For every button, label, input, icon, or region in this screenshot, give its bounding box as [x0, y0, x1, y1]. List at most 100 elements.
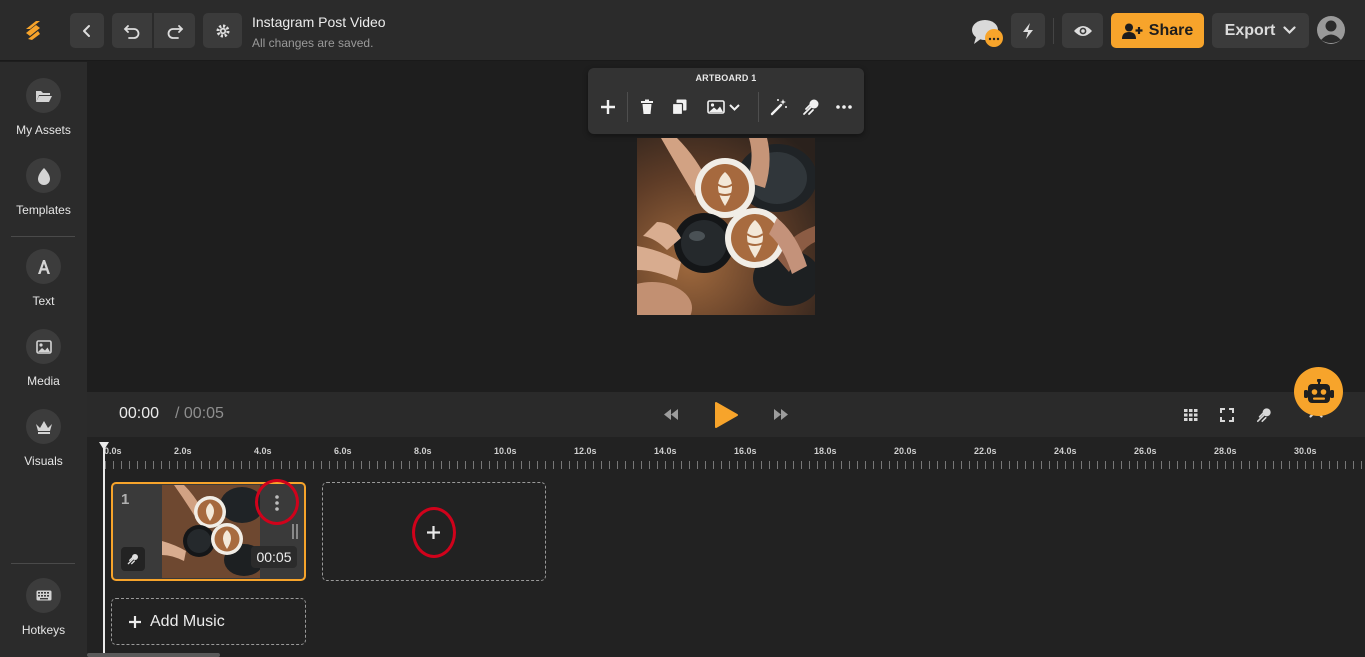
comet-icon	[803, 99, 819, 115]
app-logo-icon[interactable]	[18, 15, 48, 45]
ruler-tick-label: 14.0s	[654, 446, 677, 456]
clip-thumbnail[interactable]	[162, 485, 260, 578]
sidebar-item-label: Templates	[16, 203, 71, 217]
ruler-tick-label: 10.0s	[494, 446, 517, 456]
user-avatar-icon[interactable]	[1316, 15, 1346, 45]
sidebar-item-hotkeys[interactable]: Hotkeys	[0, 578, 87, 637]
clip-animation-button[interactable]	[121, 547, 145, 571]
sidebar-item-media[interactable]: Media	[0, 329, 87, 388]
total-time: / 00:05	[175, 405, 224, 422]
timeline-scrollbar[interactable]	[87, 653, 220, 657]
back-button[interactable]	[70, 13, 104, 48]
playhead-handle[interactable]	[99, 442, 109, 450]
animation-settings-icon[interactable]	[1256, 407, 1272, 423]
plus-icon	[129, 615, 141, 628]
divider	[627, 92, 628, 122]
ruler-tick-label: 12.0s	[574, 446, 597, 456]
keyboard-icon	[26, 578, 61, 613]
duplicate-artboard-button[interactable]	[670, 96, 688, 118]
save-status: All changes are saved.	[252, 36, 374, 50]
more-options-button[interactable]	[833, 96, 855, 118]
chevron-down-icon	[728, 103, 740, 111]
ruler-tick-label: 24.0s	[1054, 446, 1077, 456]
sidebar-item-label: Hotkeys	[21, 623, 66, 637]
quick-actions-button[interactable]	[1011, 13, 1045, 48]
share-label: Share	[1148, 21, 1194, 39]
sidebar-divider	[11, 563, 75, 564]
sidebar-item-my-assets[interactable]: My Assets	[0, 78, 87, 137]
share-button[interactable]: Share	[1111, 13, 1204, 48]
sidebar-divider	[11, 236, 75, 237]
ruler-tick-label: 28.0s	[1214, 446, 1237, 456]
timeline-playhead[interactable]	[103, 442, 105, 657]
grid-view-icon[interactable]	[1184, 409, 1198, 421]
ruler-tick-label: 20.0s	[894, 446, 917, 456]
ruler-tick-label: 16.0s	[734, 446, 757, 456]
undo-button[interactable]	[112, 13, 152, 48]
magic-animate-button[interactable]	[768, 96, 790, 118]
background-image-dropdown[interactable]	[702, 96, 744, 118]
ruler-tick-label: 8.0s	[414, 446, 432, 456]
undo-icon	[123, 24, 140, 39]
ruler-tick-label: 30.0s	[1294, 446, 1317, 456]
robot-icon	[1303, 378, 1334, 403]
clip-resize-handle[interactable]	[292, 524, 298, 539]
highlight-circle	[255, 479, 299, 525]
divider	[758, 92, 759, 122]
play-icon[interactable]	[713, 401, 739, 429]
sidebar-item-label: Visuals	[24, 454, 63, 468]
ruler-tick-label: 4.0s	[254, 446, 272, 456]
redo-icon	[167, 24, 183, 39]
ruler-tick-label: 26.0s	[1134, 446, 1157, 456]
ruler-tick-label: 6.0s	[334, 446, 352, 456]
more-horizontal-icon	[836, 105, 852, 109]
crown-icon	[26, 409, 61, 444]
sidebar-item-label: Media	[27, 374, 60, 388]
comments-icon[interactable]	[970, 17, 1006, 49]
folder-open-icon	[26, 78, 61, 113]
add-user-icon	[1121, 23, 1143, 39]
animation-button[interactable]	[800, 96, 822, 118]
settings-button[interactable]	[203, 13, 242, 48]
clip-duration: 00:05	[251, 546, 297, 568]
artboard-label: ARTBOARD 1	[695, 73, 757, 83]
chevron-left-icon	[83, 24, 90, 37]
clip-number: 1	[121, 491, 130, 508]
magic-wand-icon	[770, 99, 787, 116]
copy-icon	[671, 99, 686, 115]
redo-button[interactable]	[154, 13, 195, 48]
export-button[interactable]: Export	[1212, 13, 1309, 48]
divider	[1053, 18, 1054, 44]
trash-icon	[641, 99, 653, 114]
document-title[interactable]: Instagram Post Video	[252, 14, 386, 30]
templates-icon	[26, 158, 61, 193]
sidebar-item-text[interactable]: Text	[0, 249, 87, 308]
export-label: Export	[1224, 21, 1276, 39]
ruler-tick-label: 18.0s	[814, 446, 837, 456]
artboard-toolbar: ARTBOARD 1	[588, 68, 864, 134]
add-music-button[interactable]: Add Music	[111, 598, 306, 645]
ruler-ticks	[105, 461, 1365, 469]
highlight-circle	[412, 507, 456, 558]
image-icon	[706, 100, 725, 114]
artboard-photo[interactable]	[637, 138, 815, 315]
delete-artboard-button[interactable]	[638, 96, 656, 118]
lightning-icon	[1023, 22, 1033, 39]
fast-forward-icon[interactable]	[773, 408, 789, 421]
add-artboard-button[interactable]	[598, 96, 618, 118]
ruler-tick-label: 22.0s	[974, 446, 997, 456]
ai-assistant-button[interactable]	[1294, 367, 1343, 416]
comet-icon	[127, 554, 138, 565]
rewind-icon[interactable]	[663, 408, 679, 421]
sidebar-item-templates[interactable]: Templates	[0, 158, 87, 217]
sidebar-item-label: Text	[32, 294, 55, 308]
sidebar-item-label: My Assets	[16, 123, 71, 137]
chevron-down-icon	[1283, 26, 1296, 35]
current-time: 00:00	[119, 405, 160, 422]
eye-icon	[1073, 25, 1092, 36]
gear-icon	[216, 24, 229, 37]
fullscreen-icon[interactable]	[1220, 408, 1234, 422]
preview-button[interactable]	[1062, 13, 1103, 48]
sidebar-item-visuals[interactable]: Visuals	[0, 409, 87, 468]
image-icon	[26, 329, 61, 364]
